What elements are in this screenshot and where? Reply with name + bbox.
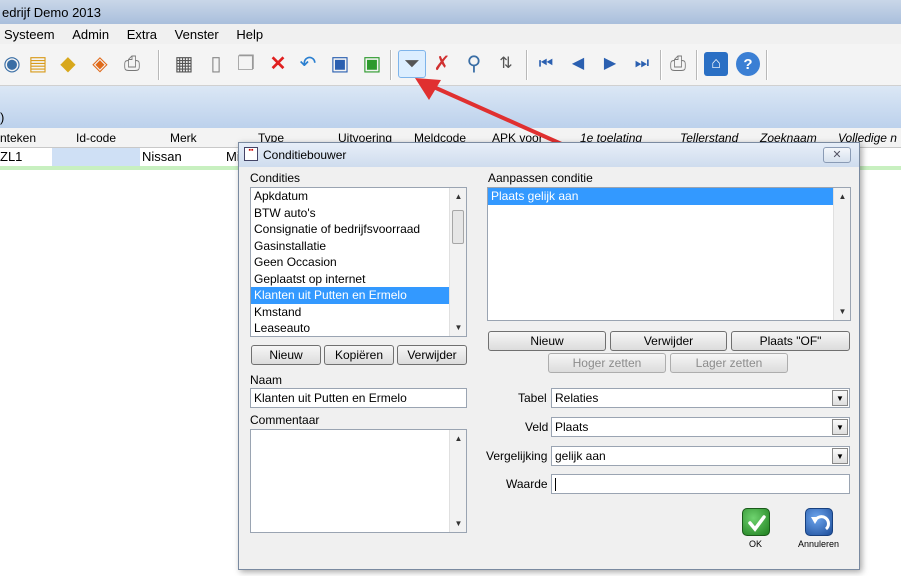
commentaar-textarea[interactable]: ▲ ▼ (250, 429, 467, 533)
menu-venster[interactable]: Venster (175, 27, 219, 42)
info-bar-label: ) (0, 110, 5, 125)
naam-label: Naam (250, 373, 283, 387)
menu-bar: Systeem Admin Extra Venster Help (0, 24, 901, 44)
dialog-title-bar: ▪▪ Conditiebouwer ✕ (239, 143, 859, 167)
scroll-down-icon[interactable]: ▼ (450, 319, 466, 336)
plaats-of-button[interactable]: Plaats "OF" (731, 331, 850, 351)
tabel-value: Relaties (555, 391, 599, 405)
app-title-bar: edrijf Demo 2013 (0, 0, 901, 24)
ok-icon[interactable] (742, 508, 770, 536)
home-icon[interactable]: ⌂ (704, 52, 728, 76)
new-document-icon[interactable]: ▯ (204, 52, 228, 76)
toolbar-separator (696, 50, 698, 80)
vergelijking-label: Vergelijking (486, 449, 548, 463)
naam-field[interactable]: Klanten uit Putten en Ermelo (250, 388, 467, 408)
scroll-thumb[interactable] (452, 210, 464, 244)
printer-icon[interactable]: ⎙ (120, 52, 144, 76)
list-item[interactable]: BTW auto's (251, 205, 466, 222)
tag-icon[interactable]: ◆ (56, 52, 80, 76)
condities-label: Condities (250, 171, 301, 185)
verwijder-regel-button[interactable]: Verwijder (610, 331, 727, 351)
undo-icon[interactable]: ↶ (296, 52, 320, 76)
conditiebouwer-dialog: ▪▪ Conditiebouwer ✕ Condities Apkdatum B… (238, 142, 860, 570)
condities-list[interactable]: Apkdatum BTW auto's Consignatie of bedri… (250, 187, 467, 337)
scroll-up-icon[interactable]: ▲ (834, 188, 850, 205)
list-item[interactable]: Leaseauto (251, 320, 466, 336)
app-title: edrijf Demo 2013 (2, 5, 101, 20)
print-icon[interactable]: ⎙ (666, 52, 690, 76)
scroll-down-icon[interactable]: ▼ (450, 515, 466, 532)
list-item[interactable]: Kmstand (251, 304, 466, 321)
close-icon[interactable]: ✕ (823, 147, 851, 163)
copy-document-icon[interactable]: ❐ (234, 52, 258, 76)
dialog-app-icon: ▪▪ (244, 147, 258, 161)
chevron-down-icon[interactable]: ▼ (832, 448, 848, 464)
chevron-down-icon[interactable]: ▼ (832, 419, 848, 435)
package-icon[interactable]: ◈ (88, 52, 112, 76)
text-cursor (555, 478, 556, 492)
clipboard-icon[interactable]: ▤ (26, 52, 50, 76)
scroll-up-icon[interactable]: ▲ (450, 430, 466, 447)
list-item-selected[interactable]: Klanten uit Putten en Ermelo (251, 287, 449, 304)
tabel-select[interactable]: Relaties ▼ (551, 388, 850, 408)
tabel-label: Tabel (518, 391, 547, 405)
annuleren-label[interactable]: Annuleren (798, 539, 839, 549)
list-item[interactable]: Geen Occasion (251, 254, 466, 271)
toolbar-separator (660, 50, 662, 80)
cell-merk: Nissan (142, 149, 182, 164)
aanpassen-conditie-list[interactable]: Plaats gelijk aan ▲ ▼ (487, 187, 851, 321)
table-icon[interactable]: ▦ (172, 52, 196, 76)
menu-systeem[interactable]: Systeem (4, 27, 55, 42)
menu-help[interactable]: Help (236, 27, 263, 42)
list-item[interactable]: Gasinstallatie (251, 238, 466, 255)
toolbar-separator (766, 50, 768, 80)
vergelijking-value: gelijk aan (555, 449, 606, 463)
next-record-icon[interactable]: ▶ (598, 52, 622, 76)
menu-admin[interactable]: Admin (72, 27, 109, 42)
hoger-zetten-button[interactable]: Hoger zetten (548, 353, 666, 373)
vergelijking-select[interactable]: gelijk aan ▼ (551, 446, 850, 466)
waarde-input[interactable] (551, 474, 850, 494)
save-close-icon[interactable]: ▣ (360, 52, 384, 76)
cell-kenteken: ZL1 (0, 149, 23, 164)
list-item-selected[interactable]: Plaats gelijk aan (488, 188, 833, 205)
help-icon[interactable]: ? (736, 52, 760, 76)
column-id-code[interactable]: Id-code (76, 131, 116, 145)
condities-scrollbar[interactable]: ▲ ▼ (449, 188, 466, 336)
undo-icon[interactable] (805, 508, 833, 536)
aanpassen-scrollbar[interactable]: ▲ ▼ (833, 188, 850, 320)
menu-extra[interactable]: Extra (127, 27, 157, 42)
cell-id-code (52, 148, 140, 166)
veld-label: Veld (525, 420, 549, 434)
veld-value: Plaats (555, 420, 589, 434)
delete-icon[interactable]: ✕ (266, 52, 290, 76)
verwijder-conditie-button[interactable]: Verwijder (397, 345, 467, 365)
scroll-up-icon[interactable]: ▲ (450, 188, 466, 205)
nieuw-conditie-button[interactable]: Nieuw (251, 345, 321, 365)
toolbar-separator (390, 50, 392, 80)
chevron-down-icon[interactable]: ▼ (832, 390, 848, 406)
list-item[interactable]: Consignatie of bedrijfsvoorraad (251, 221, 466, 238)
save-icon[interactable]: ▣ (328, 52, 352, 76)
toolbar-separator (158, 50, 160, 80)
list-item[interactable]: Apkdatum (251, 188, 466, 205)
last-record-icon[interactable]: ⏭ (630, 52, 654, 76)
kopieren-button[interactable]: Kopiëren (324, 345, 394, 365)
commentaar-label: Commentaar (250, 413, 320, 427)
nieuw-regel-button[interactable]: Nieuw (488, 331, 606, 351)
column-kenteken[interactable]: nteken (0, 131, 36, 145)
ok-label[interactable]: OK (749, 539, 762, 549)
veld-select[interactable]: Plaats ▼ (551, 417, 850, 437)
aanpassen-conditie-label: Aanpassen conditie (488, 171, 593, 185)
column-merk[interactable]: Merk (170, 131, 197, 145)
lager-zetten-button[interactable]: Lager zetten (670, 353, 788, 373)
waarde-label: Waarde (506, 477, 548, 491)
dialog-title: Conditiebouwer (263, 148, 347, 162)
eye-icon[interactable]: ◉ (0, 52, 24, 76)
scroll-down-icon[interactable]: ▼ (834, 303, 850, 320)
list-item[interactable]: Geplaatst op internet (251, 271, 466, 288)
commentaar-scrollbar[interactable]: ▲ ▼ (449, 430, 466, 532)
